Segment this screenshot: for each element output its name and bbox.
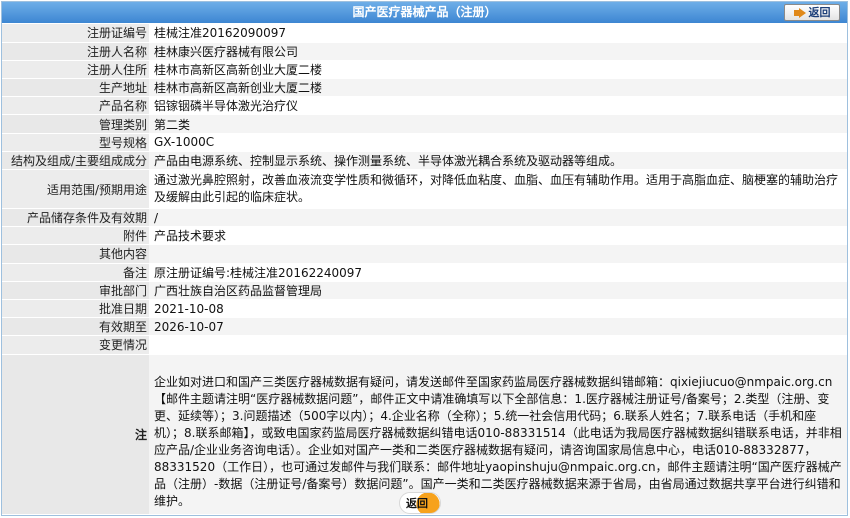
field-value — [149, 335, 847, 355]
field-value — [149, 244, 847, 264]
table-row: 产品名称 铝镓铟磷半导体激光治疗仪 — [2, 96, 847, 116]
table-row: 结构及组成/主要组成成分 产品由电源系统、控制显示系统、操作测量系统、半导体激光耦… — [2, 151, 847, 171]
back-button-bottom[interactable]: 返回 — [399, 492, 441, 514]
table-row: 适用范围/预期用途 通过激光鼻腔照射，改善血液流变学性质和微循环，对降低血粘度、血… — [2, 169, 847, 209]
field-label: 产品储存条件及有效期 — [2, 208, 149, 228]
info-table: 注册证编号 桂械注准20162090097 注册人名称 桂林康兴医疗器械有限公司 注册人… — [2, 24, 847, 515]
field-label: 注册证编号 — [2, 24, 149, 43]
field-label: 备注 — [2, 263, 149, 282]
table-row: 生产地址 桂林市高新区高新创业大厦二楼 — [2, 78, 847, 98]
field-value: 2021-10-08 — [149, 299, 847, 319]
field-value: 通过激光鼻腔照射，改善血液流变学性质和微循环，对降低血粘度、血脂、血压有辅助作用… — [149, 169, 847, 209]
field-value: 产品技术要求 — [149, 226, 847, 246]
field-label: 管理类别 — [2, 114, 149, 134]
table-row: 附件 产品技术要求 — [2, 226, 847, 246]
table-row: 备注 原注册证编号:桂械注准20162240097 — [2, 263, 847, 282]
table-row: 其他内容 — [2, 244, 847, 264]
field-value: 桂林市高新区高新创业大厦二楼 — [149, 78, 847, 98]
field-label: 审批部门 — [2, 281, 149, 300]
field-value: 铝镓铟磷半导体激光治疗仪 — [149, 96, 847, 116]
field-label: 注册人名称 — [2, 42, 149, 61]
field-value: 桂林市高新区高新创业大厦二楼 — [149, 60, 847, 80]
field-value: 原注册证编号:桂械注准20162240097 — [149, 263, 847, 282]
field-label: 注册人住所 — [2, 60, 149, 80]
table-row: 有效期至 2026-10-07 — [2, 317, 847, 337]
field-label: 其他内容 — [2, 244, 149, 264]
field-value: 2026-10-07 — [149, 317, 847, 337]
page-title: 国产医疗器械产品（注册） — [352, 5, 497, 19]
table-row: 注册证编号 桂械注准20162090097 — [2, 24, 847, 43]
field-value: 桂林康兴医疗器械有限公司 — [149, 42, 847, 61]
table-row: 批准日期 2021-10-08 — [2, 299, 847, 319]
field-label: 适用范围/预期用途 — [2, 169, 149, 209]
back-button-top[interactable]: 返回 — [784, 4, 840, 21]
field-label: 型号规格 — [2, 133, 149, 152]
field-value: / — [149, 208, 847, 228]
note-row: 注企业如对进口和国产三类医疗器械数据有疑问，请发送邮件至国家药监局医疗器械数据纠… — [2, 354, 847, 515]
detail-panel: 国产医疗器械产品（注册） 返回 注册证编号 桂械注准20162090097 注册人名… — [1, 1, 848, 516]
field-value: GX-1000C — [149, 133, 847, 152]
field-label: 产品名称 — [2, 96, 149, 116]
field-value: 广西壮族自治区药品监督管理局 — [149, 281, 847, 300]
title-bar: 国产医疗器械产品（注册） 返回 — [2, 2, 847, 23]
arrow-right-icon — [793, 7, 806, 18]
field-value: 第二类 — [149, 114, 847, 134]
table-row: 审批部门 广西壮族自治区药品监督管理局 — [2, 281, 847, 300]
back-button-bottom-label: 返回 — [406, 497, 428, 510]
back-button-label: 返回 — [808, 6, 831, 19]
field-label: 生产地址 — [2, 78, 149, 98]
field-label: 批准日期 — [2, 299, 149, 319]
table-row: 型号规格 GX-1000C — [2, 133, 847, 152]
table-row: 注册人名称 桂林康兴医疗器械有限公司 — [2, 42, 847, 61]
field-label: 变更情况 — [2, 335, 149, 355]
field-label: 有效期至 — [2, 317, 149, 337]
table-row: 产品储存条件及有效期 / — [2, 208, 847, 228]
note-text: 企业如对进口和国产三类医疗器械数据有疑问，请发送邮件至国家药监局医疗器械数据纠错… — [149, 354, 847, 515]
note-label: 注 — [2, 354, 149, 515]
table-row: 管理类别 第二类 — [2, 114, 847, 134]
table-row: 变更情况 — [2, 335, 847, 355]
field-value: 桂械注准20162090097 — [149, 24, 847, 43]
field-label: 结构及组成/主要组成成分 — [2, 151, 149, 171]
field-value: 产品由电源系统、控制显示系统、操作测量系统、半导体激光耦合系统及驱动器等组成。 — [149, 151, 847, 171]
table-row: 注册人住所 桂林市高新区高新创业大厦二楼 — [2, 60, 847, 80]
field-label: 附件 — [2, 226, 149, 246]
